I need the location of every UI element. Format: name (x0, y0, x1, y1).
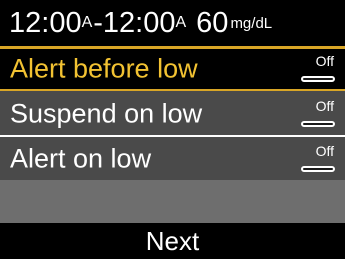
toggle-state-text: Off (315, 53, 334, 69)
toggle-track-icon (301, 165, 335, 172)
start-ampm: A (81, 14, 93, 31)
pump-screen: 12:00 A - 12:00 A 60 mg/dL Alert before … (0, 0, 345, 259)
toggle-state-text: Off (315, 98, 334, 114)
empty-row (0, 180, 345, 223)
setting-label: Alert before low (10, 53, 198, 84)
time-range-header: 12:00 A - 12:00 A 60 mg/dL (0, 0, 345, 46)
toggle-switch[interactable]: Off (301, 99, 335, 129)
end-ampm: A (175, 14, 187, 31)
glucose-threshold-value: 60 (196, 6, 229, 39)
next-button[interactable]: Next (0, 223, 345, 259)
setting-label: Suspend on low (10, 98, 203, 129)
setting-row-alert-on-low[interactable]: Alert on low Off (0, 137, 345, 180)
setting-label: Alert on low (10, 143, 152, 173)
glucose-unit: mg/dL (230, 14, 273, 32)
toggle-switch[interactable]: Off (301, 54, 335, 84)
end-time: 12:00 (102, 6, 176, 39)
next-button-label: Next (145, 226, 200, 256)
start-time: 12:00 (9, 6, 82, 39)
toggle-track-icon (301, 121, 335, 127)
toggle-track-icon (301, 76, 335, 82)
toggle-state-text: Off (315, 142, 334, 159)
toggle-switch[interactable]: Off (301, 144, 335, 174)
setting-row-suspend-on-low[interactable]: Suspend on low Off (0, 91, 345, 137)
time-separator: - (93, 6, 103, 39)
setting-row-alert-before-low[interactable]: Alert before low Off (0, 46, 345, 92)
